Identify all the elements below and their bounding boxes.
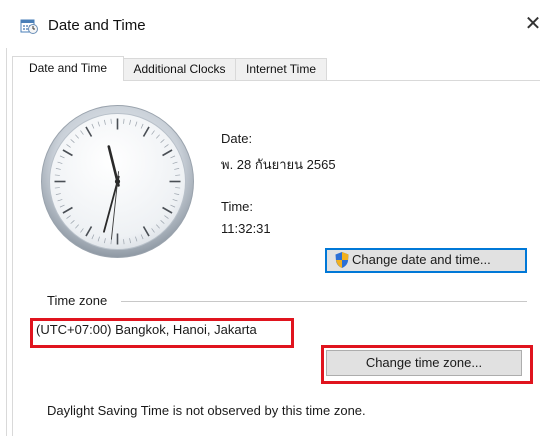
close-button[interactable]: ✕: [520, 10, 546, 38]
change-date-and-time-label: Change date and time...: [352, 252, 491, 267]
clock-center: [114, 178, 121, 185]
date-label: Date:: [221, 131, 253, 146]
time-label: Time:: [221, 199, 254, 214]
tab-strip: Date and Time Additional Clocks Internet…: [12, 56, 540, 81]
calendar-clock-icon: [20, 19, 38, 34]
time-zone-value: (UTC+07:00) Bangkok, Hanoi, Jakarta: [36, 322, 257, 337]
time-value: 11:32:31: [221, 221, 271, 236]
change-date-and-time-button[interactable]: Change date and time...: [325, 248, 527, 273]
title-bar: Date and Time ✕: [0, 0, 547, 48]
time-zone-group-label: Time zone: [47, 293, 108, 308]
uac-shield-icon: [335, 251, 349, 268]
close-icon: ✕: [524, 13, 542, 35]
window-edge: [6, 0, 7, 436]
tab-date-and-time[interactable]: Date and Time: [12, 56, 124, 81]
date-value: พ. 28 กันยายน 2565: [221, 157, 336, 172]
analog-clock: [41, 105, 194, 258]
tab-internet-time[interactable]: Internet Time: [235, 58, 327, 80]
time-zone-group-line: [121, 301, 527, 302]
window-title: Date and Time: [48, 17, 146, 34]
change-time-zone-button[interactable]: Change time zone...: [326, 350, 522, 376]
panel-border: [12, 80, 13, 436]
dst-note: Daylight Saving Time is not observed by …: [47, 403, 366, 418]
tab-additional-clocks[interactable]: Additional Clocks: [123, 58, 236, 80]
date-time-dialog: Date and Time ✕ Date and Time Additional…: [0, 0, 547, 436]
